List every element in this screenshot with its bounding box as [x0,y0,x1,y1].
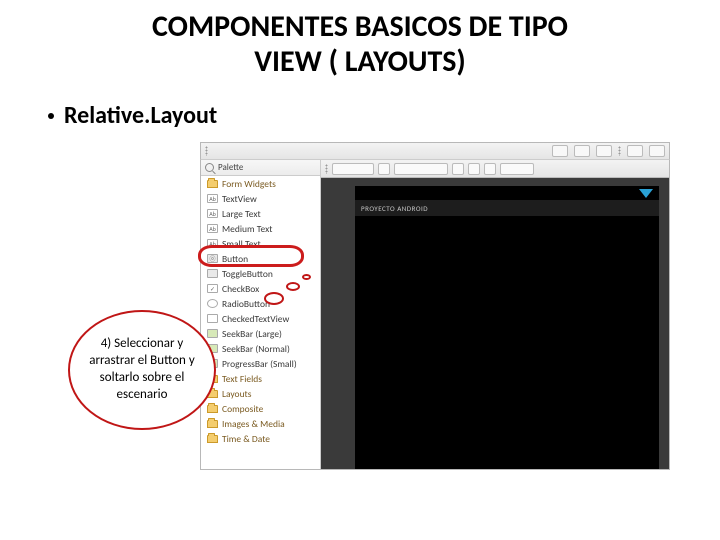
palette-item-textview[interactable]: Ab TextView [201,191,320,206]
theme-selector[interactable] [394,163,448,175]
item-label: Large Text [222,208,261,220]
palette-folder-time-date[interactable]: Time & Date [201,431,320,446]
drag-handle-icon [618,146,621,156]
item-label: CheckBox [222,283,259,295]
item-label: ToggleButton [222,268,273,280]
ide-screenshot: Palette Form Widgets Ab TextView Ab Larg… [200,142,670,470]
design-canvas-pane: PROYECTO ANDROID [321,160,669,469]
button-icon: ⓞ [207,254,218,263]
folder-icon [207,180,218,188]
device-status-bar [355,186,659,200]
item-label: Small Text [222,238,261,250]
bullet-text: Relative.Layout [64,101,217,130]
orientation-button[interactable] [378,163,390,175]
textview-icon: Ab [207,209,218,218]
item-label: TextView [222,193,257,205]
callout-text: 4) Seleccionar y arrastrar el Button y s… [82,336,202,404]
title-line-1: COMPONENTES BASICOS DE TIPO [152,8,568,45]
toolbar-button[interactable] [596,145,612,157]
palette-item-radiobutton[interactable]: RadioButton [201,296,320,311]
device-action-bar: PROYECTO ANDROID [355,200,659,216]
triangle-icon [639,189,653,198]
palette-folder-form-widgets[interactable]: Form Widgets [201,176,320,191]
palette-item-small-text[interactable]: Ab Small Text [201,236,320,251]
palette-item-large-text[interactable]: Ab Large Text [201,206,320,221]
tail-oval-icon [286,282,300,291]
textview-icon: Ab [207,239,218,248]
canvas-toolbar-button[interactable] [452,163,464,175]
device-selector[interactable] [332,163,374,175]
app-title: PROYECTO ANDROID [361,204,428,213]
item-label: Button [222,253,248,265]
toggle-icon [207,269,218,278]
callout-bubble: 4) Seleccionar y arrastrar el Button y s… [68,310,238,430]
folder-icon [207,435,218,443]
bullet-dot-icon [48,113,54,119]
folder-label: Time & Date [222,433,270,445]
item-label: RadioButton [222,298,270,310]
palette-item-button[interactable]: ⓞ Button [201,251,320,266]
toolbar-button[interactable] [574,145,590,157]
folder-label: Form Widgets [222,178,276,190]
drag-handle-icon [205,146,208,156]
item-label: Medium Text [222,223,272,235]
ide-top-toolbar [200,142,670,160]
palette-header: Palette [201,160,320,176]
drag-handle-icon [325,164,328,174]
toolbar-button[interactable] [552,145,568,157]
device-preview[interactable]: PROYECTO ANDROID [355,186,659,469]
canvas-toolbar-button[interactable] [484,163,496,175]
toolbar-button[interactable] [649,145,665,157]
checkbox-icon: ✓ [207,284,218,293]
palette-title: Palette [218,162,243,173]
search-icon [205,163,214,172]
palette-item-medium-text[interactable]: Ab Medium Text [201,221,320,236]
toolbar-button[interactable] [627,145,643,157]
canvas-toolbar-button[interactable] [468,163,480,175]
slide-title: COMPONENTES BASICOS DE TIPO VIEW ( LAYOU… [0,0,720,83]
palette-item-checkbox[interactable]: ✓ CheckBox [201,281,320,296]
textview-icon: Ab [207,194,218,203]
tail-oval-icon [302,274,311,280]
api-selector[interactable] [500,163,534,175]
title-line-2: VIEW ( LAYOUTS) [254,43,465,80]
canvas-toolbar [321,160,669,178]
bullet-item: Relative.Layout [0,83,720,138]
textview-icon: Ab [207,224,218,233]
tail-oval-icon [264,292,284,305]
radio-icon [207,299,218,308]
